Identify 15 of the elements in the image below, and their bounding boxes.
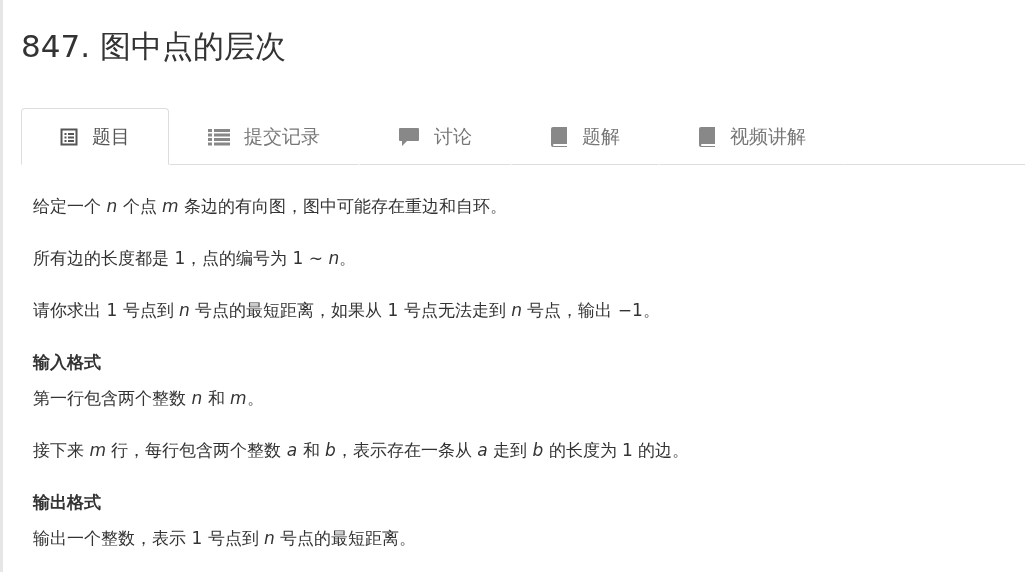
paragraph: 给定一个 n 个点 m 条边的有向图，图中可能存在重边和自环。 xyxy=(33,195,507,218)
comment-icon xyxy=(398,126,420,147)
book-icon xyxy=(550,126,568,147)
problem-title: 847. 图中点的层次 xyxy=(21,27,286,66)
book-icon xyxy=(698,126,716,147)
section-heading: 输出格式 xyxy=(33,491,101,514)
document-icon xyxy=(60,127,78,146)
tab[interactable]: 题目 xyxy=(21,108,169,165)
list-icon xyxy=(208,127,230,146)
paragraph: 请你求出 1 号点到 n 号点的最短距离，如果从 1 号点无法走到 n 号点，输出 −1。 xyxy=(33,299,660,322)
paragraph: 第一行包含两个整数 n 和 m。 xyxy=(33,387,264,410)
paragraph: 输出一个整数，表示 1 号点到 n 号点的最短距离。 xyxy=(33,527,417,550)
section-heading: 输入格式 xyxy=(33,351,101,374)
paragraph: 所有边的长度都是 1，点的编号为 1 ∼ n。 xyxy=(33,247,357,270)
paragraph: 接下来 m 行，每行包含两个整数 a 和 b，表示存在一条从 a 走到 b 的长度为 1 的边。 xyxy=(33,439,690,462)
